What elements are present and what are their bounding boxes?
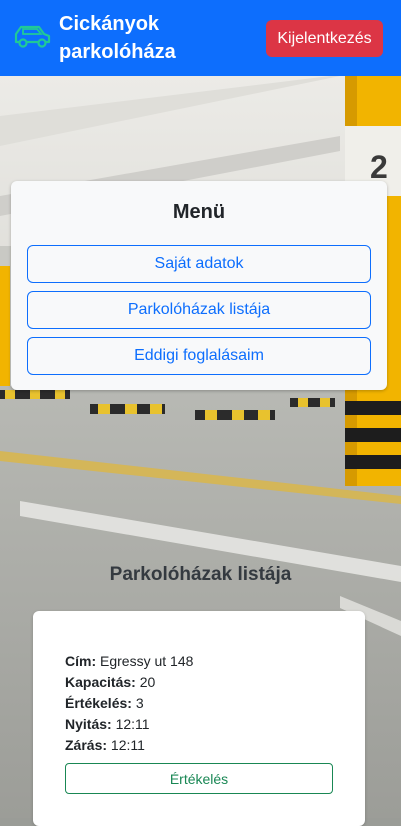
garage-opening: Nyitás: 12:11	[65, 714, 150, 734]
menu-card: Menü Saját adatok Parkolóházak listája E…	[11, 181, 387, 390]
brand-title-line1: Cickányok	[59, 13, 160, 35]
closing-label: Zárás:	[65, 737, 108, 753]
garage-list-title: Parkolóházak listája	[109, 564, 292, 585]
closing-value: 12:11	[110, 737, 145, 753]
garage-closing: Zárás: 12:11	[65, 735, 145, 755]
address-value: Egressy ut 148	[100, 653, 194, 669]
garage-rating: Értékelés: 3	[65, 693, 144, 713]
brand-title-line2: parkolóháza	[59, 41, 176, 63]
capacity-value: 20	[139, 674, 156, 690]
garage-address: Cím: Egressy ut 148	[65, 651, 193, 671]
rating-label: Értékelés:	[65, 695, 132, 711]
menu-title: Menü	[172, 201, 226, 223]
menu-item-own-data[interactable]: Saját adatok	[27, 245, 371, 283]
pillar-number: 2	[370, 149, 388, 185]
garage-capacity: Kapacitás: 20	[65, 672, 155, 692]
opening-label: Nyitás:	[65, 716, 112, 732]
menu-item-my-bookings[interactable]: Eddigi foglalásaim	[27, 337, 371, 375]
rating-value: 3	[135, 695, 144, 711]
brand-title[interactable]: Cickányok parkolóháza	[59, 10, 239, 66]
car-icon	[14, 25, 51, 48]
logout-button[interactable]: Kijelentkezés	[266, 20, 383, 57]
garage-card: Cím: Egressy ut 148 Kapacitás: 20 Értéke…	[33, 611, 365, 826]
opening-value: 12:11	[115, 716, 150, 732]
address-label: Cím:	[65, 653, 97, 669]
capacity-label: Kapacitás:	[65, 674, 136, 690]
menu-item-garage-list[interactable]: Parkolóházak listája	[27, 291, 371, 329]
rate-button[interactable]: Értékelés	[65, 763, 333, 794]
top-navbar: Cickányok parkolóháza Kijelentkezés	[0, 0, 401, 76]
